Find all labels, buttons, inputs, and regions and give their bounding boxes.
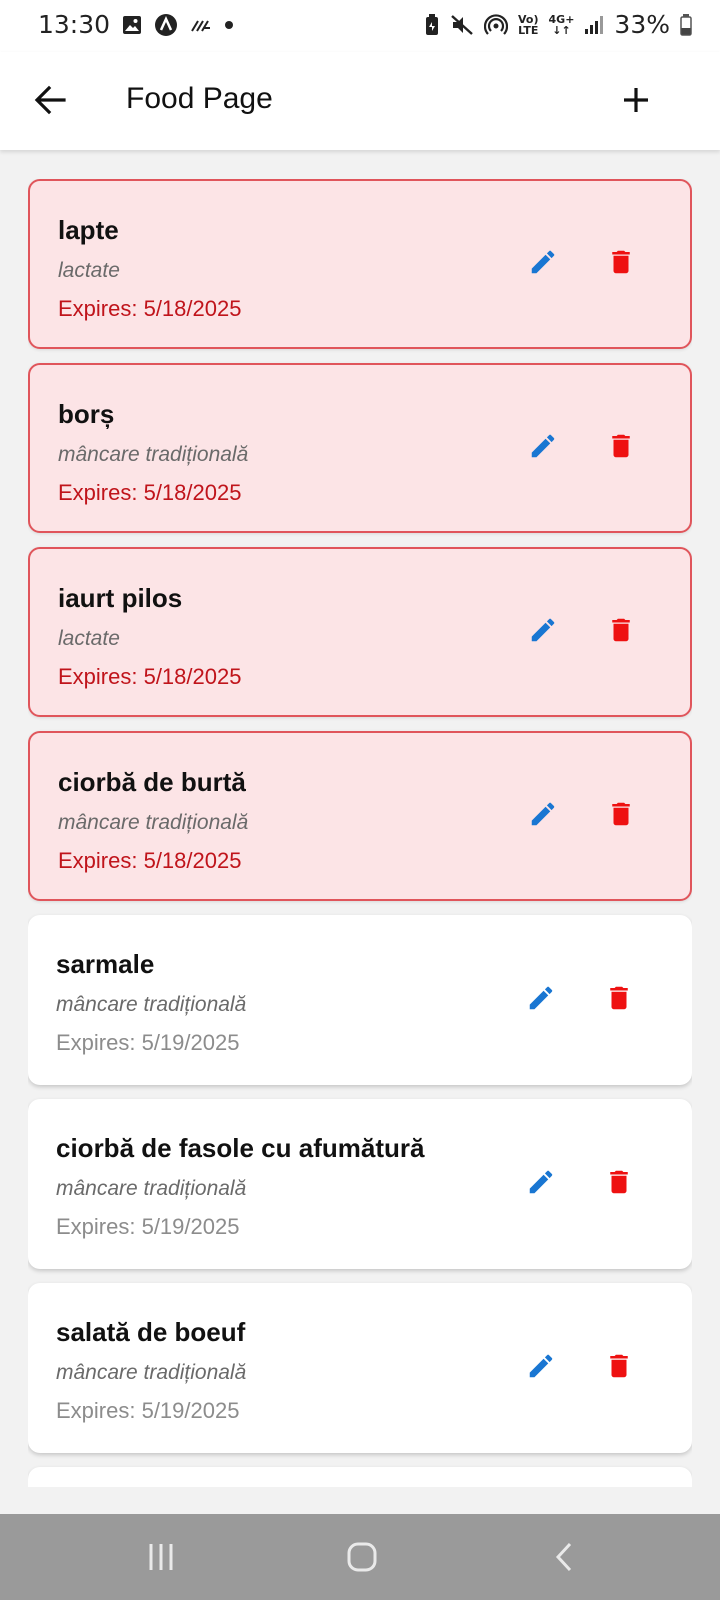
delete-button[interactable] [596,791,646,841]
trash-icon [604,983,634,1018]
delete-button[interactable] [596,239,646,289]
recent-apps-icon [149,1544,173,1570]
pencil-icon [528,799,558,834]
trash-icon [606,431,636,466]
food-expiry: Expires: 5/19/2025 [56,1214,240,1239]
food-name: ciorbă de burtă [58,767,246,797]
page-title: Food Page [126,82,273,115]
trash-icon [606,247,636,282]
food-category: mâncare tradițională [56,993,247,1016]
gallery-icon [122,15,142,35]
chevron-left-icon [555,1542,572,1572]
food-expiry: Expires: 5/19/2025 [56,1398,240,1423]
arrow-back-icon [34,85,66,115]
trash-icon [604,1167,634,1202]
app-bar: Food Page [0,52,720,150]
pencil-icon [528,615,558,650]
delete-button[interactable] [596,607,646,657]
dot-icon [224,20,234,30]
back-button[interactable] [26,76,74,124]
food-expiry: Expires: 5/18/2025 [58,664,242,689]
pencil-icon [526,983,556,1018]
delete-button[interactable] [594,1159,644,1209]
battery-saver-icon [424,13,440,36]
volte-icon: Vo) LTE [518,14,539,36]
edit-button[interactable] [516,1159,566,1209]
delete-button[interactable] [596,423,646,473]
status-bar-left: 13:30 [38,10,234,39]
signal-icon [584,15,604,35]
add-food-button[interactable] [612,76,660,124]
home-icon [347,1542,377,1572]
food-category: mâncare tradițională [58,443,249,466]
food-name: salată de boeuf [56,1317,246,1347]
food-list[interactable]: lapte lactate Expires: 5/18/2025 borș mâncar… [28,179,692,1487]
food-card[interactable]: ciorbă de fasole cu afumătură mâncare tra… [28,1099,692,1269]
hotspot-icon [484,13,509,36]
food-expiry: Expires: 5/18/2025 [58,480,242,505]
food-card[interactable]: ciorbă de burtă mâncare tradițională Expir… [28,731,692,901]
edit-button[interactable] [518,423,568,473]
edit-button[interactable] [516,975,566,1025]
home-button[interactable] [332,1532,392,1582]
food-card[interactable]: lapte lactate Expires: 5/18/2025 [28,179,692,349]
status-time: 13:30 [38,10,111,39]
food-name: iaurt pilos [58,583,183,613]
food-card[interactable]: borș mâncare tradițională Expires: 5/18/20… [28,363,692,533]
food-expiry: Expires: 5/19/2025 [56,1030,240,1055]
food-category: lactate [58,627,120,650]
battery-percent: 33% [614,10,670,39]
food-name: ciorbă de fasole cu afumătură [56,1133,425,1163]
food-category: mâncare tradițională [56,1361,247,1384]
signal-app-icon [190,16,212,34]
pencil-icon [526,1167,556,1202]
trash-icon [606,615,636,650]
delete-button[interactable] [594,975,644,1025]
food-category: lactate [58,259,120,282]
trash-icon [606,799,636,834]
system-nav-bar [0,1514,720,1600]
food-category: mâncare tradițională [56,1177,247,1200]
edit-button[interactable] [516,1343,566,1393]
volte-label-bottom: LTE [518,23,539,37]
food-card[interactable]: salată de boeuf mâncare tradițională Expir… [28,1283,692,1453]
food-card[interactable]: iaurt pilos lactate Expires: 5/18/2025 [28,547,692,717]
recent-apps-button[interactable] [131,1532,191,1582]
mute-icon [450,14,474,36]
status-bar-right: Vo) LTE 4G+ ↓↑ 33% [424,10,692,39]
edit-button[interactable] [518,607,568,657]
system-back-button[interactable] [535,1532,595,1582]
food-name: borș [58,399,115,429]
food-card[interactable]: sarmale mâncare tradițională Expires: 5/19… [28,915,692,1085]
status-bar: 13:30 Vo) LTE 4G+ ↓↑ 33% [0,0,720,52]
pencil-icon [528,247,558,282]
food-name: lapte [58,215,119,245]
pencil-icon [526,1351,556,1386]
food-card-partial[interactable] [28,1467,692,1487]
food-name: sarmale [56,949,155,979]
delete-button[interactable] [594,1343,644,1393]
network-label: 4G+ [548,12,575,26]
4g-icon: 4G+ ↓↑ [548,12,575,37]
food-category: mâncare tradițională [58,811,249,834]
pencil-icon [528,431,558,466]
plus-icon [624,88,648,112]
edit-button[interactable] [518,239,568,289]
edit-button[interactable] [518,791,568,841]
food-expiry: Expires: 5/18/2025 [58,296,242,321]
app-icon [154,13,178,37]
food-expiry: Expires: 5/18/2025 [58,848,242,873]
battery-icon [680,13,692,36]
trash-icon [604,1351,634,1386]
